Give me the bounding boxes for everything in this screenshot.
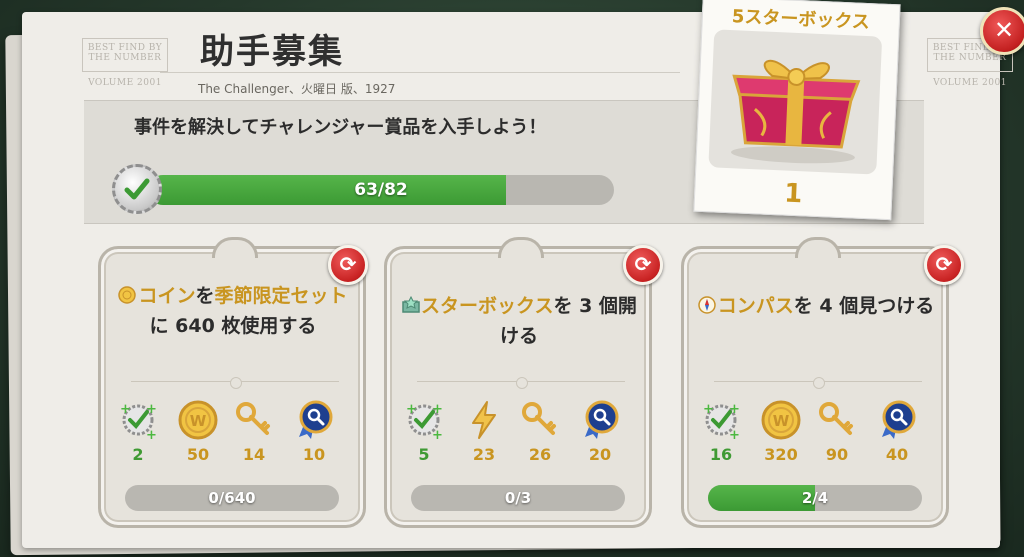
task-card-starbox: スターボックスを 3 個開ける + + +5 23 26 20 0/3 [384, 237, 652, 528]
prize-card[interactable]: 5スターボックス 1 [693, 0, 901, 221]
reward-item: 90 [812, 399, 862, 464]
compass-icon [698, 293, 716, 314]
star-box-icon [401, 293, 420, 313]
refresh-button-card-2[interactable]: ⟳ [623, 245, 663, 285]
task-progress-text: 0/3 [504, 489, 532, 507]
task-description: コンパスを 4 個見つける [696, 291, 936, 321]
gold-coin-icon: W [177, 399, 219, 441]
svg-text:+: + [729, 428, 740, 441]
reward-item: W 50 [173, 399, 223, 464]
task-progress-bar: 2/4 [708, 485, 922, 511]
svg-text:+: + [432, 402, 443, 417]
svg-text:+: + [120, 402, 131, 417]
highlight-text: コンパス [717, 295, 794, 317]
page-title: 助手募集 [200, 32, 344, 72]
close-button[interactable]: ✕ [980, 7, 1024, 55]
task-progress-bar: 0/3 [411, 485, 625, 511]
reward-item: 20 [575, 399, 625, 464]
reward-value: 14 [242, 445, 266, 464]
reward-value: 40 [885, 445, 909, 464]
refresh-icon: ⟳ [634, 252, 652, 276]
card-divider [714, 377, 922, 389]
task-text: に 640 枚使用する [149, 315, 317, 337]
coin-icon [118, 283, 137, 304]
highlight-text: コイン [138, 285, 196, 307]
main-progress-bar: 63/82 [148, 175, 614, 205]
refresh-icon: ⟳ [339, 252, 357, 276]
reward-value: 10 [302, 445, 326, 464]
reward-value: 50 [186, 445, 210, 464]
reward-value: 26 [528, 445, 552, 464]
svg-text:+: + [703, 402, 714, 417]
reward-item: + + +2 [113, 399, 163, 464]
reward-value: 2 [132, 445, 144, 464]
svg-text:+: + [406, 402, 417, 417]
reward-value: 16 [709, 445, 733, 464]
reward-item: + + +16 [696, 399, 746, 464]
reward-value: 5 [418, 445, 430, 464]
task-card-coin: コインを季節限定セットに 640 枚使用する + + +2 W 50 14 10 0/640 [98, 237, 366, 528]
task-description: コインを季節限定セットに 640 枚使用する [113, 281, 353, 341]
task-progress-bar: 0/640 [125, 485, 339, 511]
task-progress-text: 0/640 [208, 489, 256, 507]
main-task-description: 事件を解決してチャレンジャー賞品を入手しよう！ [134, 117, 547, 138]
svg-text:+: + [432, 428, 443, 441]
title-divider [160, 72, 680, 73]
svg-text:+: + [146, 428, 157, 441]
reward-item: W 320 [756, 399, 806, 464]
magnifier-badge-icon [876, 399, 918, 441]
refresh-button-card-3[interactable]: ⟳ [924, 245, 964, 285]
task-text: を [195, 285, 215, 307]
reward-item: 10 [289, 399, 339, 464]
task-card-compass: コンパスを 4 個見つける + + +16 W 320 90 40 2/4 [681, 237, 949, 528]
refresh-button-card-1[interactable]: ⟳ [328, 245, 368, 285]
reward-value: 90 [825, 445, 849, 464]
energy-check-icon: + + + [403, 399, 445, 443]
highlight-text: 季節限定セット [214, 285, 348, 307]
edition-subtitle: The Challenger、火曜日 版、1927 [198, 82, 396, 96]
key-icon [233, 399, 275, 441]
magnifier-badge-icon [579, 399, 621, 441]
reward-item: 23 [459, 399, 509, 464]
card-divider [417, 377, 625, 389]
svg-text:W: W [773, 412, 790, 430]
main-progress-text: 63/82 [354, 180, 408, 200]
card-divider [131, 377, 339, 389]
gold-coin-icon: W [760, 399, 802, 441]
key-icon [519, 399, 561, 441]
masthead-left: BEST FIND BY THE NUMBER VOLUME 2001 [82, 38, 168, 88]
reward-item: 26 [515, 399, 565, 464]
svg-text:W: W [190, 412, 207, 430]
reward-item: 14 [229, 399, 279, 464]
magnifier-badge-icon [293, 399, 335, 441]
reward-item: + + +5 [399, 399, 449, 464]
reward-value: 23 [472, 445, 496, 464]
energy-check-icon: + + + [700, 399, 742, 443]
gift-box-icon [708, 29, 883, 175]
reward-item: 40 [872, 399, 922, 464]
reward-value: 320 [764, 445, 798, 464]
reward-value: 20 [588, 445, 612, 464]
energy-check-icon: + + + [117, 399, 159, 443]
svg-text:+: + [146, 402, 157, 417]
prize-count: 1 [783, 178, 803, 210]
task-progress-text: 2/4 [801, 489, 829, 507]
close-icon: ✕ [993, 16, 1015, 44]
task-description: スターボックスを 3 個開ける [399, 291, 639, 351]
highlight-text: スターボックス [421, 295, 554, 317]
key-icon [816, 399, 858, 441]
svg-text:+: + [729, 402, 740, 417]
lightning-icon [463, 399, 505, 441]
check-badge-icon [112, 164, 162, 214]
task-text: を 4 個見つける [793, 295, 935, 317]
refresh-icon: ⟳ [935, 252, 953, 276]
